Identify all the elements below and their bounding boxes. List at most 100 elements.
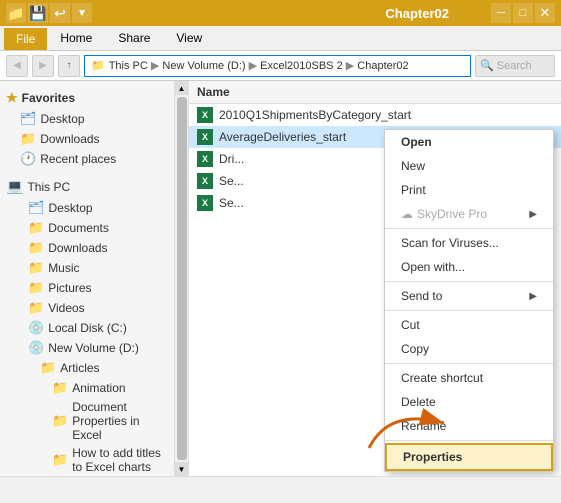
quick-access-dropdown[interactable]: ▼ bbox=[72, 3, 92, 23]
cm-skydrive[interactable]: ☁ SkyDrive Pro ▶ bbox=[385, 202, 553, 226]
cm-shortcut-label: Create shortcut bbox=[401, 371, 483, 385]
tab-home[interactable]: Home bbox=[47, 26, 105, 50]
sidebar-item-desktop[interactable]: 🗂 Desktop bbox=[0, 109, 174, 129]
cm-print[interactable]: Print bbox=[385, 178, 553, 202]
tab-view[interactable]: View bbox=[163, 26, 215, 50]
sidebar-item-articles[interactable]: 📁 Articles bbox=[0, 358, 174, 378]
cm-open[interactable]: Open bbox=[385, 130, 553, 154]
excel-icon: X bbox=[197, 195, 213, 211]
sidebar-item-docprops[interactable]: 📁 Document Properties in Excel bbox=[0, 398, 174, 444]
sidebar-item-animation[interactable]: 📁 Animation bbox=[0, 378, 174, 398]
sidebar-favorites-header[interactable]: ★ Favorites bbox=[0, 87, 174, 109]
quick-access-save[interactable]: 💾 bbox=[28, 3, 48, 23]
folder-icon: 📁 bbox=[52, 380, 68, 396]
sidebar-item-desktop2[interactable]: 🗂 Desktop bbox=[0, 198, 174, 218]
sidebar-scrollbar[interactable]: ▲ ▼ bbox=[175, 81, 189, 476]
cm-new-label: New bbox=[401, 159, 425, 173]
sidebar-item-pictures[interactable]: 📁 Pictures bbox=[0, 278, 174, 298]
up-button[interactable]: ↑ bbox=[58, 55, 80, 77]
cm-separator bbox=[385, 228, 553, 229]
excel-icon: X bbox=[197, 173, 213, 189]
label: How to add titles to Excel charts bbox=[72, 446, 168, 474]
file-name: Se... bbox=[219, 174, 244, 188]
sidebar-item-documents[interactable]: 📁 Documents bbox=[0, 218, 174, 238]
excel-icon: X bbox=[197, 151, 213, 167]
cm-properties-label: Properties bbox=[403, 450, 462, 464]
close-button[interactable]: ✕ bbox=[535, 3, 555, 23]
back-button[interactable]: ◀ bbox=[6, 55, 28, 77]
scroll-up[interactable]: ▲ bbox=[175, 81, 189, 95]
label: Local Disk (C:) bbox=[48, 321, 127, 335]
favorites-label: Favorites bbox=[22, 91, 75, 105]
file-item[interactable]: X 2010Q1ShipmentsByCategory_start bbox=[189, 104, 561, 126]
label: Document Properties in Excel bbox=[72, 400, 168, 442]
tab-share[interactable]: Share bbox=[105, 26, 163, 50]
forward-button[interactable]: ▶ bbox=[32, 55, 54, 77]
ribbon-tabs: File Home Share View bbox=[0, 26, 561, 51]
file-list-header: Name bbox=[189, 81, 561, 104]
file-name: Dri... bbox=[219, 152, 244, 166]
cm-copy-label: Copy bbox=[401, 342, 429, 356]
sidebar: ★ Favorites 🗂 Desktop 📁 Downloads 🕐 Rece… bbox=[0, 81, 175, 476]
cm-skydrive-label: ☁ SkyDrive Pro bbox=[401, 207, 487, 221]
cm-copy[interactable]: Copy bbox=[385, 337, 553, 361]
cm-new[interactable]: New bbox=[385, 154, 553, 178]
tab-file[interactable]: File bbox=[4, 28, 47, 50]
cm-rename[interactable]: Rename bbox=[385, 414, 553, 438]
arrow-icon: ▶ bbox=[529, 209, 537, 220]
quick-access-folder[interactable]: 📁 bbox=[6, 3, 26, 23]
cm-cut[interactable]: Cut bbox=[385, 313, 553, 337]
folder-icon: 📁 bbox=[20, 131, 36, 147]
main-content: ★ Favorites 🗂 Desktop 📁 Downloads 🕐 Rece… bbox=[0, 81, 561, 476]
sidebar-item-videos[interactable]: 📁 Videos bbox=[0, 298, 174, 318]
sidebar-item-downloads[interactable]: 📁 Downloads bbox=[0, 129, 174, 149]
cm-delete-label: Delete bbox=[401, 395, 436, 409]
address-bar: ◀ ▶ ↑ 📁 This PC ▶ New Volume (D:) ▶ Exce… bbox=[0, 51, 561, 81]
sidebar-recent-label: Recent places bbox=[40, 152, 116, 166]
cm-separator bbox=[385, 440, 553, 441]
thispc-label: This PC bbox=[27, 180, 70, 194]
sidebar-item-music[interactable]: 📁 Music bbox=[0, 258, 174, 278]
excel-icon: X bbox=[197, 129, 213, 145]
cm-scan[interactable]: Scan for Viruses... bbox=[385, 231, 553, 255]
minimize-button[interactable]: ─ bbox=[491, 3, 511, 23]
file-name: Se... bbox=[219, 196, 244, 210]
label: Downloads bbox=[48, 241, 107, 255]
cm-properties[interactable]: Properties bbox=[385, 443, 553, 471]
status-bar bbox=[0, 476, 561, 498]
label: Documents bbox=[48, 221, 109, 235]
sidebar-thispc-header[interactable]: 💻 This PC bbox=[0, 175, 174, 198]
label: New Volume (D:) bbox=[48, 341, 139, 355]
arrow-icon: ▶ bbox=[529, 291, 537, 302]
name-column-header: Name bbox=[197, 85, 230, 99]
cm-delete[interactable]: Delete bbox=[385, 390, 553, 414]
cm-sendto[interactable]: Send to ▶ bbox=[385, 284, 553, 308]
sidebar-item-localdisk[interactable]: 💿 Local Disk (C:) bbox=[0, 318, 174, 338]
cm-shortcut[interactable]: Create shortcut bbox=[385, 366, 553, 390]
cm-openwith[interactable]: Open with... bbox=[385, 255, 553, 279]
title-bar: 📁 💾 ↩ ▼ Chapter02 ─ □ ✕ bbox=[0, 0, 561, 26]
maximize-button[interactable]: □ bbox=[513, 3, 533, 23]
sidebar-item-addtitles[interactable]: 📁 How to add titles to Excel charts bbox=[0, 444, 174, 476]
folder-icon: 📁 bbox=[28, 260, 44, 276]
sidebar-item-downloads2[interactable]: 📁 Downloads bbox=[0, 238, 174, 258]
folder-icon: 📁 bbox=[28, 300, 44, 316]
path-text: This PC ▶ New Volume (D:) ▶ Excel2010SBS… bbox=[109, 59, 409, 72]
sidebar-item-recent[interactable]: 🕐 Recent places bbox=[0, 149, 174, 169]
label: Videos bbox=[48, 301, 84, 315]
folder-icon: 📁 bbox=[52, 413, 68, 429]
quick-access-undo[interactable]: ↩ bbox=[50, 3, 70, 23]
scroll-down[interactable]: ▼ bbox=[175, 462, 189, 476]
sidebar-item-newvolume[interactable]: 💿 New Volume (D:) bbox=[0, 338, 174, 358]
folder-icon: 📁 bbox=[52, 452, 68, 468]
excel-icon: X bbox=[197, 107, 213, 123]
cm-rename-label: Rename bbox=[401, 419, 446, 433]
computer-icon: 💻 bbox=[6, 178, 23, 195]
address-path[interactable]: 📁 This PC ▶ New Volume (D:) ▶ Excel2010S… bbox=[84, 55, 471, 77]
disk-icon: 💿 bbox=[28, 340, 44, 356]
label: Music bbox=[48, 261, 79, 275]
context-menu: Open New Print ☁ SkyDrive Pro ▶ Scan for… bbox=[384, 129, 554, 472]
scroll-thumb[interactable] bbox=[177, 97, 187, 460]
search-button[interactable]: 🔍 Search bbox=[475, 55, 555, 77]
file-list: Name X 2010Q1ShipmentsByCategory_start X… bbox=[189, 81, 561, 476]
